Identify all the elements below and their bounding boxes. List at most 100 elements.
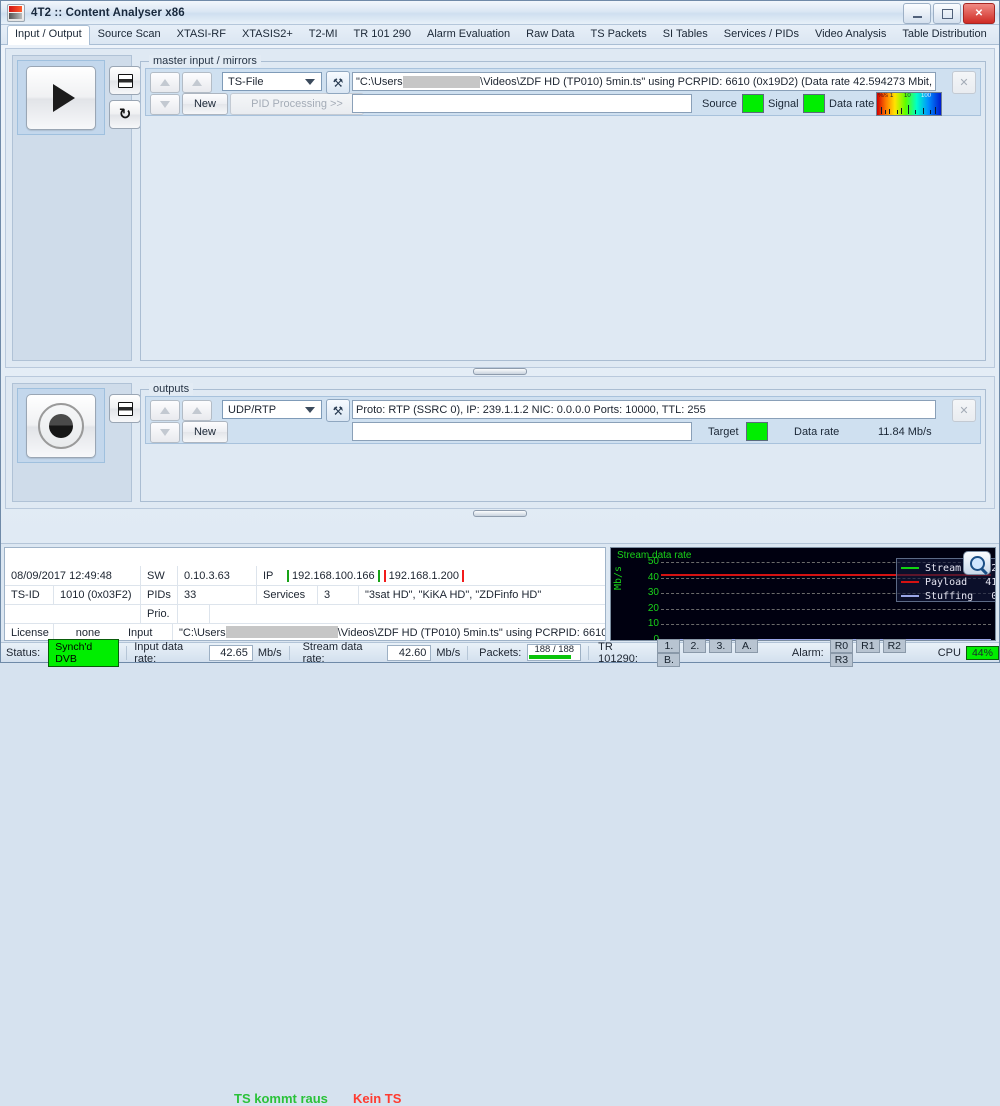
output-type-combo[interactable]: UDP/RTP [222,400,322,419]
output-secondary-field[interactable] [352,422,692,441]
legend-name: Stuffing [925,591,985,602]
maximize-button[interactable] [933,3,961,24]
redaction-bar [403,76,480,88]
chart-ytick-50: 50 [625,557,659,566]
output-delete-button[interactable]: ✕ [952,399,976,422]
annotation-no-ts: Kein TS [353,1091,401,1106]
tab-source-scan[interactable]: Source Scan [90,25,169,44]
tab-tr-101-290[interactable]: TR 101 290 [346,25,419,44]
tools-icon: ⚒ [333,404,344,418]
output-info-field[interactable]: Proto: RTP (SSRC 0), IP: 239.1.1.2 NIC: … [352,400,936,419]
source-label: Source [702,98,737,110]
application-window: 4T2 :: Content Analyser x86 ✕ Input / Ou… [0,0,1000,663]
tab-t2-mi[interactable]: T2-MI [301,25,346,44]
main-content: ↻ master input / mirrors New [1,46,999,543]
output-datarate-label: Data rate [794,426,839,438]
spectrum-label-3: 100 [921,93,931,100]
info-services-names: "3sat HD", "KiKA HD", "ZDFinfo HD" [359,589,547,601]
input-delete-button[interactable]: ✕ [952,71,976,94]
tr-flag-2[interactable]: 2. [683,639,706,653]
input-secondary-field[interactable] [352,94,692,113]
alarm-flag-R3[interactable]: R3 [830,653,853,667]
arrow-top-icon [192,407,202,414]
tr-flag-A[interactable]: A. [735,639,758,653]
output-datarate-value: 11.84 Mb/s [878,426,932,438]
info-timestamp: 08/09/2017 12:49:48 [5,570,140,582]
info-input-path: "C:\Users\Videos\ZDF HD (TP010) 5min.ts"… [173,626,605,639]
master-input-panel: ↻ master input / mirrors New [5,48,995,368]
chart-zoom-button[interactable] [963,551,991,575]
tr-flag-3[interactable]: 3. [709,639,732,653]
output-move-up-button[interactable] [150,400,180,421]
title-bar: 4T2 :: Content Analyser x86 ✕ [1,1,999,25]
output-stop-button[interactable] [109,394,141,423]
master-input-legend: master input / mirrors [149,55,261,67]
datarate-spectrum: %/s 1 10 100 [876,92,942,116]
stream-data-rate-chart: Stream data rate Mb/s 50403020100 Stream… [610,547,996,641]
output-settings-button[interactable]: ⚒ [326,399,350,422]
tab-si-tables[interactable]: SI Tables [655,25,716,44]
chart-gridline [661,609,991,610]
input-new-button[interactable]: New [182,93,228,115]
record-button[interactable] [26,394,96,458]
legend-value: 41.995 Mb/s [985,577,996,588]
close-button[interactable]: ✕ [963,3,995,24]
alarm-flag-R0[interactable]: R0 [830,639,853,653]
table-row: Prio. [5,604,605,624]
panel-splitter-bottom[interactable] [1,510,999,518]
record-icon [38,403,84,449]
tab-xtasis2[interactable]: XTASIS2+ [234,25,301,44]
output-move-down-button[interactable] [150,422,180,443]
input-type-combo[interactable]: TS-File [222,72,322,91]
input-move-down-button[interactable] [150,94,180,115]
input-move-up-button[interactable] [150,72,180,93]
alarm-flag-R1[interactable]: R1 [856,639,879,653]
redaction-bar [226,626,338,638]
play-button[interactable] [26,66,96,130]
arrow-top-icon [192,79,202,86]
maximize-icon [942,9,953,19]
legend-name: Payload [925,577,985,588]
tr-flag-B[interactable]: B. [657,653,680,667]
tab-services-pids[interactable]: Services / PIDs [716,25,807,44]
output-new-button[interactable]: New [182,421,228,443]
input-settings-button[interactable]: ⚒ [326,71,350,94]
input-info-field[interactable]: "C:\Users\Videos\ZDF HD (TP010) 5min.ts"… [352,72,936,91]
outputs-panel: outputs New UDP/RTP [5,376,995,509]
tab-alarm-evaluation[interactable]: Alarm Evaluation [419,25,518,44]
outputs-legend: outputs [149,383,193,395]
info-ip-green-wrap: 192.168.100.166 [285,570,382,582]
minimize-button[interactable] [903,3,931,24]
tab-xtasi-rf[interactable]: XTASI-RF [169,25,234,44]
tab-raw-data[interactable]: Raw Data [518,25,582,44]
alarm-label: Alarm: [792,647,824,659]
panel-splitter-top[interactable] [1,368,999,376]
signal-label: Signal [768,98,799,110]
info-input-prefix: "C:\Users [179,627,226,639]
status-label: Status: [6,647,40,659]
tab-input-output[interactable]: Input / Output [7,25,90,45]
tab-video-analysis[interactable]: Video Analysis [807,25,894,44]
stream-rate-unit: Mb/s [436,647,460,659]
arrow-down-icon [160,429,170,436]
tab-table-distribution[interactable]: Table Distribution [894,25,994,44]
tab-pcr[interactable]: PCR [995,25,1000,44]
input-type-value: TS-File [228,76,305,88]
master-input-fieldset: master input / mirrors New TS-File [140,61,986,361]
info-ip-red: 192.168.1.200 [384,570,464,582]
tr-flag-1[interactable]: 1. [657,639,680,653]
app-icon [7,4,25,22]
output-move-top-button[interactable] [182,400,212,421]
input-reload-button[interactable]: ↻ [109,100,141,129]
pid-processing-button[interactable]: PID Processing >> [230,93,364,115]
alarm-flag-R2[interactable]: R2 [883,639,906,653]
info-ip-red-wrap: 192.168.1.200 [382,570,466,582]
info-ip-label: IP [257,570,285,582]
stream-rate-value: 42.60 [387,645,431,661]
input-stop-button[interactable] [109,66,141,95]
tab-ts-packets[interactable]: TS Packets [582,25,654,44]
signal-status-led [803,94,825,113]
input-info-prefix: "C:\Users [356,76,403,88]
tools-icon: ⚒ [333,76,344,90]
input-move-top-button[interactable] [182,72,212,93]
